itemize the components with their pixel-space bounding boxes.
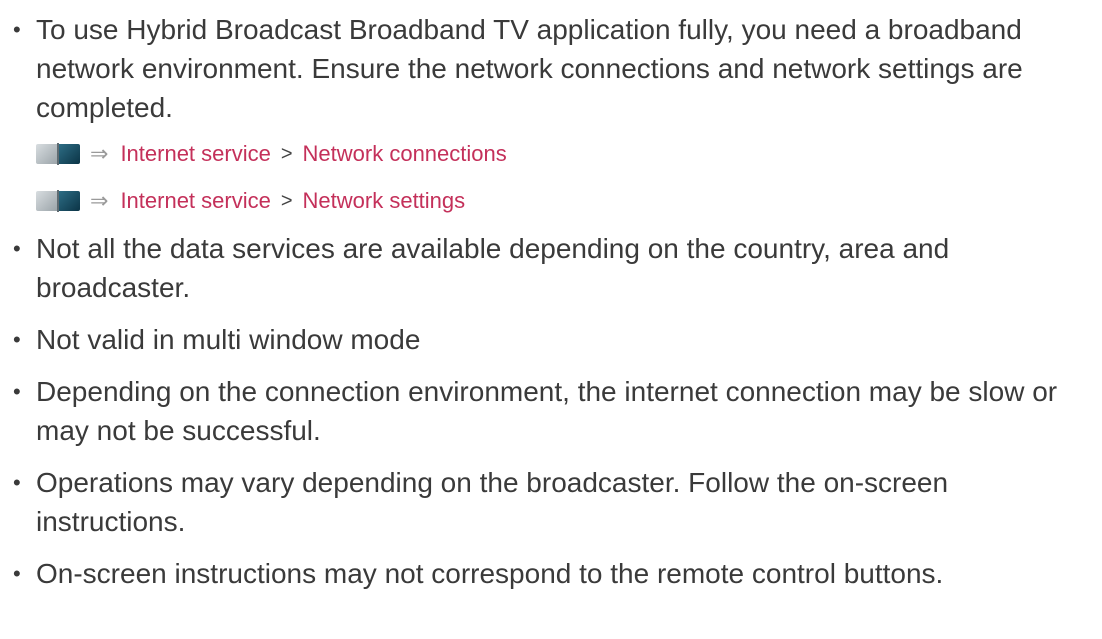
note-item: • Not valid in multi window mode — [0, 320, 1102, 359]
reference-page[interactable]: Network settings — [303, 188, 466, 214]
note-item: • Not all the data services are availabl… — [0, 229, 1102, 307]
note-text: Not valid in multi window mode — [36, 324, 421, 355]
bullet: • — [13, 561, 21, 586]
note-item: • Operations may vary depending on the b… — [0, 463, 1102, 541]
reference-page[interactable]: Network connections — [303, 141, 507, 167]
reference-section[interactable]: Internet service — [120, 141, 270, 167]
arrow-right-icon: ⇒ — [90, 141, 109, 166]
bullet: • — [13, 470, 21, 495]
book-icon — [36, 189, 80, 213]
note-item: • On-screen instructions may not corresp… — [0, 554, 1102, 593]
book-icon — [36, 142, 80, 166]
note-item: • To use Hybrid Broadcast Broadband TV a… — [0, 10, 1102, 127]
breadcrumb-separator: > — [280, 189, 293, 212]
note-text: To use Hybrid Broadcast Broadband TV app… — [36, 14, 1023, 123]
arrow-right-icon: ⇒ — [90, 188, 109, 213]
note-text: Not all the data services are available … — [36, 233, 950, 303]
bullet: • — [13, 327, 21, 352]
reference-section[interactable]: Internet service — [120, 188, 270, 214]
bullet: • — [13, 17, 21, 42]
note-text: Depending on the connection environment,… — [36, 376, 1058, 446]
reference-link-network-settings[interactable]: ⇒ Internet service > Network settings — [0, 184, 1102, 218]
bullet: • — [13, 236, 21, 261]
note-text: Operations may vary depending on the bro… — [36, 467, 949, 537]
bullet: • — [13, 379, 21, 404]
notes-list: • To use Hybrid Broadcast Broadband TV a… — [0, 0, 1102, 593]
reference-link-network-connections[interactable]: ⇒ Internet service > Network connections — [0, 137, 1102, 171]
breadcrumb-separator: > — [280, 142, 293, 165]
note-text: On-screen instructions may not correspon… — [36, 558, 944, 589]
note-item: • Depending on the connection environmen… — [0, 372, 1102, 450]
